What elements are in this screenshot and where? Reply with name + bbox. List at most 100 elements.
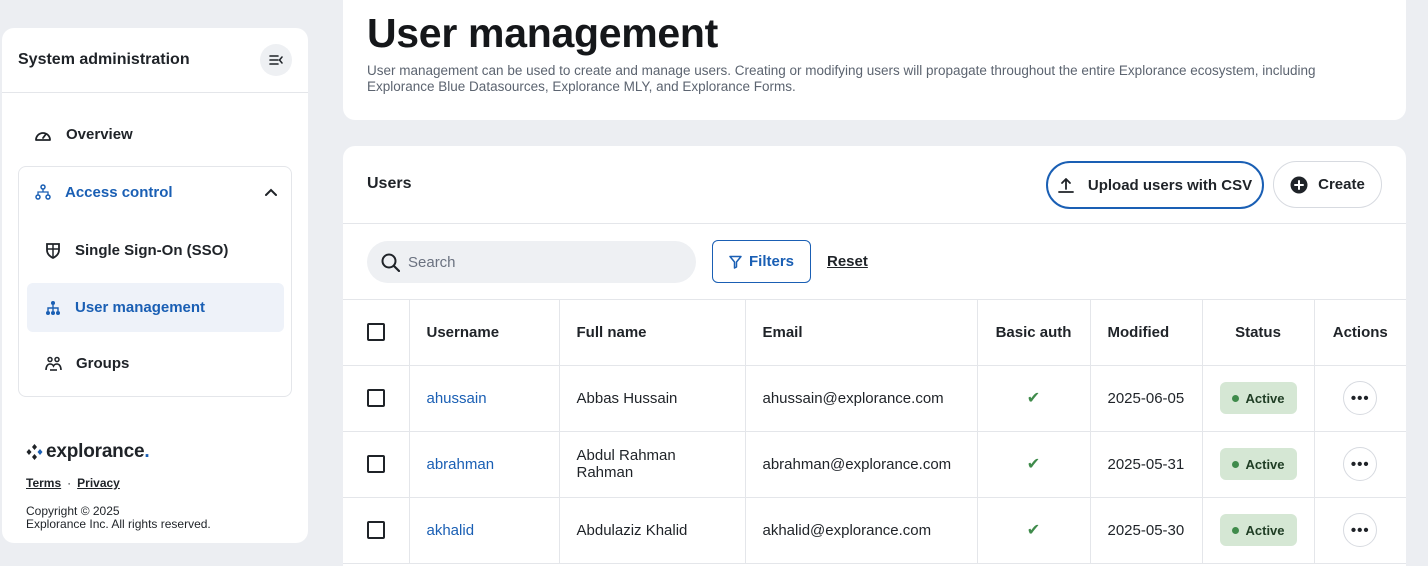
table-row: akhalid Abdulaziz Khalid akhalid@explora… — [343, 497, 1406, 564]
logo-dot: . — [144, 441, 150, 462]
username-cell: abrahman — [409, 431, 560, 498]
actions-cell: ••• — [1314, 431, 1406, 498]
legal-separator: · — [67, 476, 72, 490]
create-user-button[interactable]: Create — [1273, 161, 1382, 208]
legal-links: Terms · Privacy — [26, 476, 120, 490]
row-checkbox[interactable] — [366, 389, 385, 408]
modified-cell: 2025-06-05 — [1090, 365, 1203, 432]
sidebar-item-label: Single Sign-On (SSO) — [75, 242, 229, 259]
column-header-full-name[interactable]: Full name — [559, 300, 746, 366]
sidebar-header: System administration — [2, 28, 308, 93]
row-actions-button[interactable]: ••• — [1343, 447, 1378, 481]
column-header-modified[interactable]: Modified — [1090, 300, 1203, 366]
modified-cell: 2025-05-30 — [1090, 497, 1203, 564]
access-control-label: Access control — [65, 183, 173, 201]
checkmark-icon: ✔ — [1026, 522, 1041, 539]
username-cell: akhalid — [409, 497, 560, 564]
shield-icon — [46, 243, 60, 259]
select-all-cell — [343, 300, 410, 366]
copyright: Copyright © 2025 Explorance Inc. All rig… — [26, 505, 211, 531]
page-header: User management User management can be u… — [343, 0, 1406, 120]
status-label: Active — [1245, 456, 1285, 472]
row-checkbox[interactable] — [366, 521, 385, 540]
users-panel-title: Users — [367, 175, 412, 192]
status-dot-icon — [1231, 394, 1239, 402]
users-table: Username Full name Email Basic auth Modi… — [343, 300, 1406, 564]
row-checkbox[interactable] — [366, 455, 385, 474]
privacy-link[interactable]: Privacy — [77, 476, 120, 490]
access-control-group: Access control Single Sign-On (SSO) User… — [18, 166, 292, 397]
column-header-basic-auth[interactable]: Basic auth — [977, 300, 1091, 366]
upload-csv-label: Upload users with CSV — [1087, 176, 1253, 194]
reset-filters-button[interactable]: Reset — [827, 253, 868, 270]
sidebar-item-label: User management — [75, 299, 206, 316]
checkmark-icon: ✔ — [1026, 456, 1041, 473]
search-input[interactable] — [408, 253, 688, 271]
upload-icon — [1057, 177, 1074, 193]
explorance-logo: explorance. — [26, 441, 150, 463]
users-toolbar: Filters Reset — [343, 224, 1406, 300]
row-select-cell — [343, 497, 410, 564]
row-actions-button[interactable]: ••• — [1343, 513, 1378, 547]
full-name-cell: Abdulaziz Khalid — [559, 497, 746, 564]
collapse-sidebar-button[interactable] — [260, 44, 292, 76]
status-badge: Active — [1219, 514, 1297, 546]
select-all-checkbox[interactable] — [366, 323, 385, 342]
chevron-up-icon — [265, 188, 277, 196]
status-badge: Active — [1219, 448, 1297, 480]
status-cell: Active — [1202, 365, 1315, 432]
hierarchy-icon — [35, 184, 51, 200]
users-panel: Users Upload users with CSV Create Searc… — [343, 146, 1406, 566]
username-link[interactable]: abrahman — [427, 456, 495, 473]
column-header-username[interactable]: Username — [409, 300, 560, 366]
access-control-toggle[interactable]: Access control — [35, 181, 277, 203]
email-cell: akhalid@explorance.com — [745, 497, 978, 564]
row-select-cell — [343, 431, 410, 498]
username-cell: ahussain — [409, 365, 560, 432]
filters-button[interactable]: Filters — [712, 240, 811, 283]
table-row: ahussain Abbas Hussain ahussain@exploran… — [343, 365, 1406, 432]
table-header-row: Username Full name Email Basic auth Modi… — [343, 300, 1406, 366]
upload-csv-button[interactable]: Upload users with CSV — [1046, 161, 1264, 209]
filters-label: Filters — [748, 253, 794, 270]
page-title: User management — [367, 10, 718, 56]
status-cell: Active — [1202, 497, 1315, 564]
basic-auth-cell: ✔ — [977, 431, 1091, 498]
sidebar-item-label: Groups — [76, 355, 130, 372]
page-description: User management can be used to create an… — [367, 63, 1316, 94]
copyright-line-2: Explorance Inc. All rights reserved. — [26, 517, 211, 531]
status-badge: Active — [1219, 382, 1297, 414]
row-actions-button[interactable]: ••• — [1343, 381, 1378, 415]
sidebar-item-user-management[interactable]: User management — [27, 283, 284, 332]
sidebar-item-sso[interactable]: Single Sign-On (SSO) — [27, 226, 284, 275]
row-select-cell — [343, 365, 410, 432]
sidebar-item-groups[interactable]: Groups — [27, 339, 284, 388]
nav-overview[interactable]: Overview — [34, 126, 133, 143]
column-header-email[interactable]: Email — [745, 300, 978, 366]
explorance-logo-mark — [26, 444, 43, 460]
actions-cell: ••• — [1314, 497, 1406, 564]
basic-auth-cell: ✔ — [977, 497, 1091, 564]
actions-cell: ••• — [1314, 365, 1406, 432]
column-header-status[interactable]: Status — [1202, 300, 1315, 366]
plus-circle-icon — [1290, 176, 1308, 193]
search-box[interactable] — [367, 241, 696, 283]
modified-cell: 2025-05-31 — [1090, 431, 1203, 498]
full-name-cell: Abdul Rahman Rahman — [559, 431, 746, 498]
username-link[interactable]: ahussain — [427, 390, 487, 407]
nav-overview-label: Overview — [66, 126, 133, 143]
status-label: Active — [1245, 390, 1285, 406]
username-link[interactable]: akhalid — [427, 522, 475, 539]
status-dot-icon — [1231, 460, 1239, 468]
sidebar: System administration Overview Access co… — [2, 28, 308, 543]
status-cell: Active — [1202, 431, 1315, 498]
email-cell: ahussain@explorance.com — [745, 365, 978, 432]
sidebar-title: System administration — [18, 51, 190, 68]
checkmark-icon: ✔ — [1026, 390, 1041, 407]
status-dot-icon — [1231, 526, 1239, 534]
status-label: Active — [1245, 522, 1285, 538]
logo-text: explorance — [46, 441, 145, 462]
gauge-icon — [35, 131, 51, 141]
terms-link[interactable]: Terms — [26, 476, 61, 490]
group-icon — [45, 356, 62, 371]
